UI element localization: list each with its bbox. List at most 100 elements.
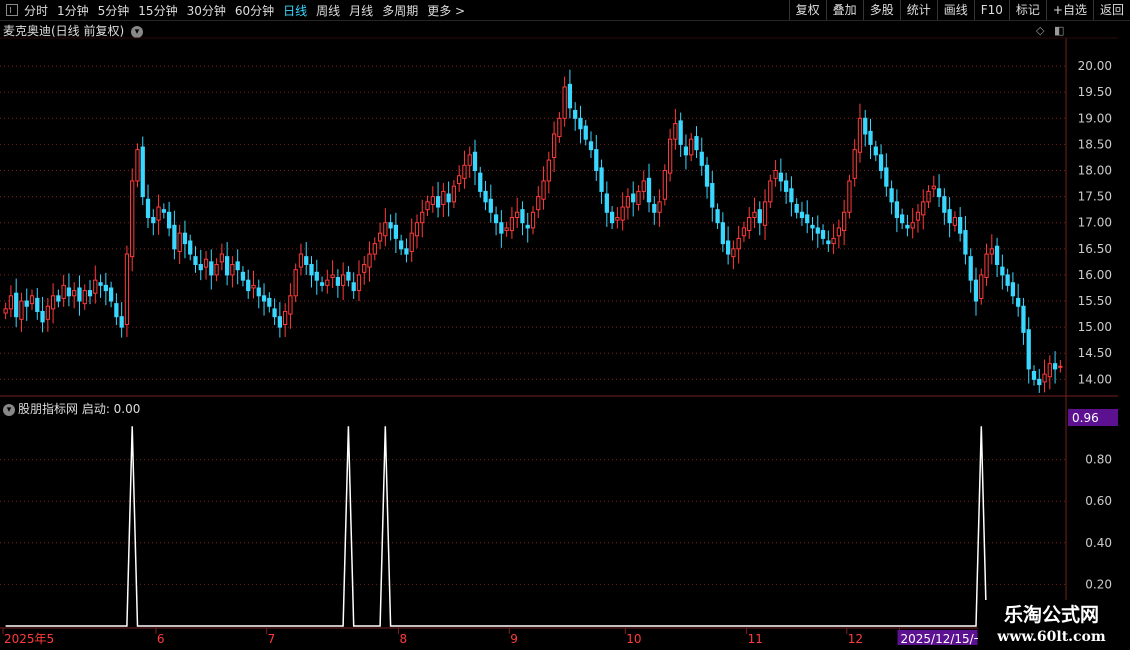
- candle-body: [124, 253, 130, 326]
- candle-body: [509, 217, 515, 232]
- candle: [214, 258, 219, 282]
- candle: [377, 222, 383, 250]
- candle-body: [662, 170, 667, 200]
- candle-body: [372, 243, 377, 255]
- candle: [230, 256, 235, 288]
- candle-body: [224, 256, 230, 276]
- candle: [942, 188, 947, 225]
- candle: [172, 210, 177, 260]
- candle: [694, 126, 699, 158]
- candle-body: [409, 232, 414, 252]
- candle-body: [251, 284, 256, 289]
- candle: [335, 269, 341, 298]
- candle: [240, 266, 246, 287]
- candle-body: [156, 206, 161, 221]
- candle-body: [1000, 266, 1005, 276]
- candle: [889, 180, 894, 215]
- chevron-down-icon[interactable]: ▾: [3, 403, 15, 416]
- candle-body: [1047, 363, 1052, 378]
- candle-body: [135, 149, 140, 182]
- candle-body: [151, 217, 156, 224]
- candle-body: [272, 308, 277, 318]
- candle-body: [435, 196, 441, 208]
- price-chart[interactable]: 20.00 19.50 19.00 18.50 18.00 17.50 17.00 16.50…: [0, 0, 1130, 650]
- candle: [1000, 254, 1005, 290]
- candle: [678, 112, 683, 157]
- candle-body: [283, 310, 288, 326]
- candle-body: [620, 206, 625, 221]
- candle-body: [963, 230, 968, 255]
- candle: [383, 208, 388, 247]
- candle: [1026, 317, 1031, 384]
- candle-body: [304, 256, 309, 265]
- candle: [72, 282, 77, 309]
- price-tick-label: 17.00: [1078, 216, 1112, 230]
- candle-body: [203, 258, 209, 268]
- candle: [567, 69, 573, 119]
- candle-body: [689, 138, 694, 156]
- candle-body: [451, 185, 457, 203]
- candle-body: [731, 248, 736, 258]
- candle-body: [1031, 371, 1037, 380]
- watermark-name: 乐淘公式网: [1003, 604, 1099, 626]
- candle-body: [314, 271, 319, 281]
- candle-body: [562, 86, 567, 119]
- candle-body: [725, 240, 731, 255]
- candle: [747, 207, 752, 239]
- candle: [267, 292, 272, 313]
- candle-body: [87, 290, 93, 297]
- candle-body: [778, 172, 783, 182]
- candle: [283, 303, 288, 338]
- candle: [615, 207, 620, 229]
- candle: [140, 136, 145, 205]
- candle: [409, 218, 414, 262]
- candle: [868, 118, 873, 160]
- candle-body: [19, 300, 24, 320]
- candle-body: [161, 209, 166, 213]
- candle: [8, 285, 14, 318]
- candle: [446, 181, 451, 217]
- candle: [156, 194, 161, 235]
- candle: [836, 219, 842, 249]
- candle: [525, 212, 530, 243]
- candle: [805, 200, 810, 234]
- candle: [29, 289, 35, 310]
- candle-body: [188, 240, 193, 255]
- candle-body: [1058, 365, 1063, 368]
- candle: [857, 103, 863, 163]
- candle: [256, 279, 261, 309]
- candle: [979, 268, 984, 305]
- candle-body: [757, 209, 762, 224]
- price-tick-label: 16.50: [1078, 242, 1112, 256]
- price-tick-label: 18.50: [1078, 137, 1112, 151]
- candle-body: [852, 149, 857, 179]
- candle: [346, 266, 351, 287]
- candle: [77, 275, 82, 316]
- candle-body: [267, 297, 272, 307]
- date-label: 9: [510, 632, 518, 646]
- candle-body: [910, 222, 915, 229]
- candle: [24, 288, 29, 321]
- candle: [757, 201, 762, 236]
- candle: [420, 199, 425, 238]
- candle-body: [66, 287, 72, 297]
- candle: [842, 199, 847, 246]
- candle-body: [942, 196, 947, 213]
- candle-body: [863, 117, 868, 135]
- candle-body: [958, 217, 963, 234]
- candle: [905, 214, 910, 237]
- candle-body: [446, 193, 451, 203]
- indicator-title[interactable]: ▾ 股朋指标网 启动: 0.00: [3, 400, 140, 417]
- candle: [752, 197, 757, 228]
- candle-body: [541, 180, 546, 200]
- candle-body: [45, 305, 50, 320]
- candle-body: [1005, 274, 1010, 286]
- candle-body: [493, 214, 499, 224]
- candle-body: [72, 290, 77, 297]
- candle-body: [752, 211, 757, 219]
- candle: [61, 274, 66, 307]
- candle: [1047, 355, 1052, 390]
- candle: [82, 284, 87, 310]
- candle: [984, 243, 989, 286]
- candle-body: [631, 193, 636, 203]
